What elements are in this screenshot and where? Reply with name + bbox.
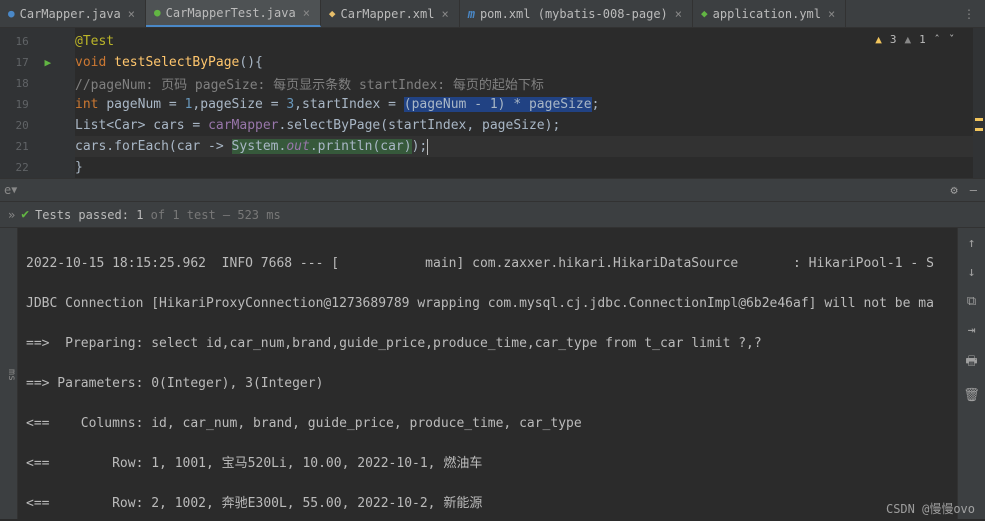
tab-carmappertest-java[interactable]: ● CarMapperTest.java ×	[146, 0, 321, 27]
tabs-more-icon[interactable]: ⋮	[953, 7, 985, 21]
xml-icon: ◆	[329, 7, 336, 20]
console-right-toolbar: ↑ ↓ ⧉ ⇥ 🖶 🗑	[957, 228, 985, 519]
line-number: 19	[0, 98, 29, 111]
code-editor[interactable]: 16 17▶ 18 19 20 21 22 ▲3 ▲1 ˆ ˇ @Test vo…	[0, 28, 985, 178]
scroll-up-icon[interactable]: ↑	[968, 236, 976, 251]
close-icon[interactable]: ×	[126, 7, 137, 21]
tab-label: CarMapper.java	[20, 7, 121, 21]
line-number: 18	[0, 77, 29, 90]
print-icon[interactable]: 🖶	[965, 352, 977, 374]
code-content[interactable]: ▲3 ▲1 ˆ ˇ @Test void testSelectByPage(){…	[75, 28, 985, 178]
close-icon[interactable]: ×	[439, 7, 450, 21]
close-icon[interactable]: ×	[301, 6, 312, 20]
java-icon: ●	[8, 7, 15, 20]
test-status-text: Tests passed: 1 of 1 test – 523 ms	[35, 208, 281, 222]
minimize-icon[interactable]: —	[970, 183, 977, 197]
warning-count: 3	[890, 33, 897, 46]
chevron-down-icon[interactable]: ˇ	[948, 33, 955, 46]
watermark: CSDN @慢慢ovo	[886, 500, 975, 517]
inspection-widget[interactable]: ▲ 3 ▲ 1 ˆ ˇ	[875, 33, 955, 46]
soft-wrap-icon[interactable]: ⧉	[967, 294, 976, 309]
warning-icon: ▲	[875, 33, 882, 46]
tab-carmapper-xml[interactable]: ◆ CarMapper.xml ×	[321, 0, 460, 27]
console-output[interactable]: 2022-10-15 18:15:25.962 INFO 7668 --- [ …	[18, 228, 957, 519]
tab-pom-xml[interactable]: m pom.xml (mybatis-008-page) ×	[460, 0, 693, 27]
line-number: 17	[0, 56, 29, 69]
tab-carmapper-java[interactable]: ● CarMapper.java ×	[0, 0, 146, 27]
test-status-bar: » ✔ Tests passed: 1 of 1 test – 523 ms	[0, 202, 985, 228]
java-test-icon: ●	[154, 6, 161, 19]
weak-warning-icon: ▲	[905, 33, 912, 46]
editor-gutter: 16 17▶ 18 19 20 21 22	[0, 28, 75, 178]
tab-label: application.yml	[713, 7, 821, 21]
tool-header-label: e	[0, 183, 11, 197]
tab-label: CarMapperTest.java	[166, 6, 296, 20]
editor-tabs-bar: ● CarMapper.java × ● CarMapperTest.java …	[0, 0, 985, 28]
scroll-down-icon[interactable]: ↓	[968, 265, 976, 280]
line-number: 22	[0, 161, 29, 174]
tab-label: pom.xml (mybatis-008-page)	[480, 7, 668, 21]
line-number: 21	[0, 140, 29, 153]
tab-label: CarMapper.xml	[341, 7, 435, 21]
line-number: 16	[0, 35, 29, 48]
settings-icon[interactable]: ⚙	[951, 183, 958, 197]
yml-icon: ◆	[701, 7, 708, 20]
close-icon[interactable]: ×	[826, 7, 837, 21]
caret	[427, 139, 428, 155]
more-arrow-icon[interactable]: »	[8, 208, 15, 222]
weak-warning-count: 1	[919, 33, 926, 46]
maven-icon: m	[468, 7, 475, 21]
delete-icon[interactable]: 🗑	[963, 388, 980, 403]
scrollbar-markers[interactable]	[973, 28, 985, 178]
check-icon: ✔	[21, 207, 29, 222]
scroll-to-end-icon[interactable]: ⇥	[968, 323, 976, 338]
console-left-toolbar[interactable]: ms	[0, 228, 18, 519]
line-number: 20	[0, 119, 29, 132]
tab-application-yml[interactable]: ◆ application.yml ×	[693, 0, 846, 27]
run-test-icon[interactable]: ▶	[29, 56, 67, 69]
run-tool-header: e ▼ ⚙ —	[0, 178, 985, 202]
close-icon[interactable]: ×	[673, 7, 684, 21]
console-panel: ms 2022-10-15 18:15:25.962 INFO 7668 ---…	[0, 228, 985, 519]
chevron-up-icon[interactable]: ˆ	[934, 33, 941, 46]
